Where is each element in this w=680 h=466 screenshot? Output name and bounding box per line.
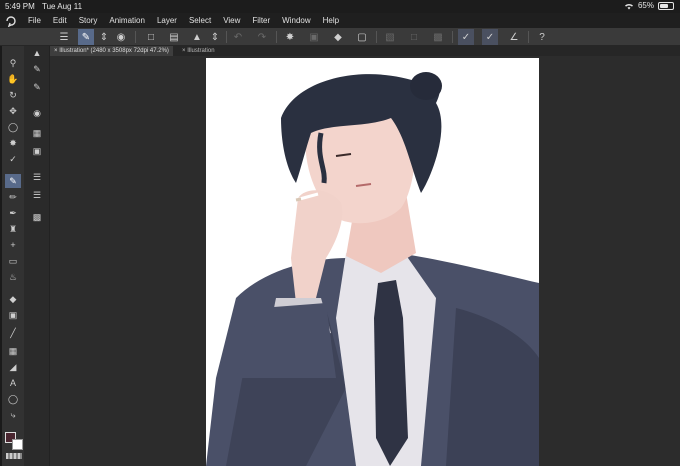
status-time: 5:49 PM	[5, 2, 35, 11]
help-icon[interactable]: ?	[534, 29, 550, 45]
move-icon[interactable]: ✥	[5, 104, 21, 118]
menu-edit[interactable]: Edit	[47, 16, 73, 25]
app-logo-icon[interactable]	[0, 13, 22, 28]
transform-icon[interactable]: ✸	[282, 29, 298, 45]
layers-icon[interactable]: ☰	[29, 170, 45, 184]
menu-layer[interactable]: Layer	[151, 16, 183, 25]
fill-icon[interactable]: ◆	[330, 29, 346, 45]
layer-icon[interactable]: ◉	[113, 29, 129, 45]
navigator-icon[interactable]: ▣	[29, 144, 45, 158]
artwork-canvas[interactable]	[206, 58, 539, 466]
undo-icon[interactable]: ↶	[230, 29, 246, 45]
rotate-icon[interactable]: ↻	[5, 88, 21, 102]
hand-icon[interactable]: ✋	[5, 72, 21, 86]
balloon-icon[interactable]: ◯	[5, 392, 21, 406]
sub-tool-strip: ▲ ✎ ✎ ◉ ▦ ▣ ☰ ☰ ▩	[24, 46, 50, 466]
illustration-artwork	[206, 72, 539, 466]
menu-view[interactable]: View	[217, 16, 246, 25]
open-folder-icon[interactable]: ▤	[166, 29, 182, 45]
transparent-color-toggle[interactable]	[6, 453, 22, 459]
status-right: 65%	[624, 1, 674, 10]
menu-animation[interactable]: Animation	[103, 16, 151, 25]
decoration-icon[interactable]: +	[5, 238, 21, 252]
material-icon[interactable]: ▦	[29, 126, 45, 140]
status-date: Tue Aug 11	[42, 2, 83, 11]
eyedropper-icon[interactable]: ✓	[5, 152, 21, 166]
gradient-icon[interactable]: ▣	[5, 308, 21, 322]
ios-status-bar: 5:49 PM Tue Aug 11 65%	[0, 0, 680, 13]
sub-view-icon[interactable]: ◉	[29, 106, 45, 120]
menu-help[interactable]: Help	[317, 16, 345, 25]
battery-fill	[660, 3, 668, 8]
zoom-icon[interactable]: ⚲	[5, 56, 21, 70]
fill-icon[interactable]: ◆	[5, 292, 21, 306]
close-icon[interactable]: ×	[54, 48, 58, 54]
figure-icon[interactable]: ╱	[5, 326, 21, 340]
new-file-icon[interactable]: □	[143, 29, 159, 45]
clear-icon[interactable]: ▧	[382, 29, 398, 45]
menu-filter[interactable]: Filter	[246, 16, 276, 25]
command-bar: ☰ ✎ ⇕ ◉ □ ▤ ▲ ⇕ ↶ ↷ ✸ ▣ ◆ ▢ ▧ □ ▩ ✓ ✓ ∠ …	[0, 28, 680, 46]
pen-icon[interactable]: ✎	[78, 29, 94, 45]
redo-icon[interactable]: ↷	[254, 29, 270, 45]
lasso-icon[interactable]: ◯	[5, 120, 21, 134]
pen-icon[interactable]: ✎	[5, 174, 21, 188]
chevron-updown-icon[interactable]: ⇕	[207, 29, 223, 45]
text-icon[interactable]: A	[5, 376, 21, 390]
tab-label: Illustration* (2480 x 3508px 72dpi 47.2%…	[59, 48, 169, 54]
pen-check-icon[interactable]: ✓	[458, 29, 474, 45]
eraser-icon[interactable]: ▭	[5, 254, 21, 268]
image-icon[interactable]: ▩	[29, 210, 45, 224]
tab-label: Illustration	[187, 48, 215, 54]
tab-illustration[interactable]: × Illustration	[178, 46, 219, 56]
correction-icon[interactable]: ⤷	[5, 408, 21, 422]
blend-icon[interactable]: ♨	[5, 270, 21, 284]
ruler-icon[interactable]: ◢	[5, 360, 21, 374]
menu-icon[interactable]: ☰	[56, 29, 72, 45]
layer-up-icon[interactable]: ▲	[29, 46, 45, 60]
select-all-icon[interactable]: ▣	[306, 29, 322, 45]
wifi-icon	[624, 3, 633, 9]
battery-percent: 65%	[637, 1, 654, 10]
layer-mask-icon[interactable]: ▩	[430, 29, 446, 45]
frame-icon[interactable]: ▦	[5, 344, 21, 358]
airbrush-icon[interactable]: ♜	[5, 222, 21, 236]
brush-icon[interactable]: ✒	[5, 206, 21, 220]
battery-icon	[658, 1, 674, 10]
pen-edit-icon[interactable]: ∠	[506, 29, 522, 45]
tool-palette: ⚲ ✋ ↻ ✥ ◯ ✸ ✓ ✎ ✏ ✒ ♜ + ▭ ♨ ◆ ▣ ╱ ▦ ◢ A …	[2, 46, 24, 466]
chevron-updown-icon[interactable]: ⇕	[96, 29, 112, 45]
menu-story[interactable]: Story	[73, 16, 104, 25]
menu-window[interactable]: Window	[276, 16, 316, 25]
crop-icon[interactable]: ▢	[354, 29, 370, 45]
sub-color-swatch[interactable]	[12, 439, 23, 450]
layer-edit-icon[interactable]: ✎	[29, 62, 45, 76]
layer-text-icon[interactable]: ✎	[29, 80, 45, 94]
close-icon[interactable]: ×	[182, 48, 186, 54]
save-icon[interactable]: ▲	[189, 29, 205, 45]
pencil-icon[interactable]: ✏	[5, 190, 21, 204]
document-tab-bar: × Illustration* (2480 x 3508px 72dpi 47.…	[50, 46, 680, 56]
menu-select[interactable]: Select	[183, 16, 217, 25]
stack-icon[interactable]: ☰	[29, 188, 45, 202]
menu-file[interactable]: File	[22, 16, 47, 25]
brush-check-icon[interactable]: ✓	[482, 29, 498, 45]
magic-wand-icon[interactable]: ✸	[5, 136, 21, 150]
menu-bar: File Edit Story Animation Layer Select V…	[0, 13, 680, 28]
tab-illustration-active[interactable]: × Illustration* (2480 x 3508px 72dpi 47.…	[50, 46, 173, 56]
border-icon[interactable]: □	[406, 29, 422, 45]
